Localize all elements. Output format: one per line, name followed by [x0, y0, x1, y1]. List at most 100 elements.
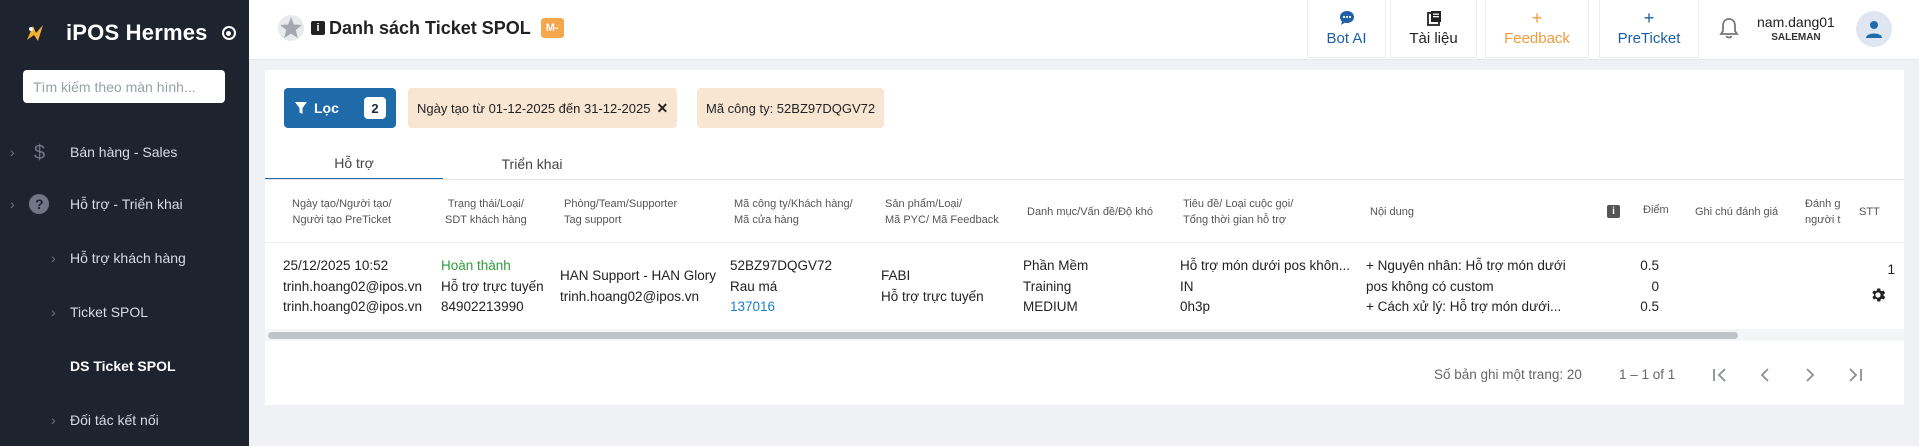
- gear-icon[interactable]: [1869, 286, 1887, 304]
- chevron-right-icon: ›: [51, 412, 56, 428]
- tab-label: Hỗ trợ: [334, 155, 374, 171]
- filter-label: Lọc: [314, 100, 339, 116]
- user-icon: [1866, 21, 1882, 38]
- chevron-right-icon: ›: [51, 250, 56, 266]
- column-header-company[interactable]: Mã công ty/Khách hàng/Mã cửa hàng: [734, 196, 853, 228]
- page-range: 1 – 1 of 1: [1619, 367, 1676, 382]
- column-header-stt[interactable]: STT: [1855, 204, 1904, 220]
- horizontal-scrollbar-thumb[interactable]: [268, 332, 1738, 339]
- chevron-left-icon: [1760, 368, 1769, 382]
- column-header-title[interactable]: Tiêu đề/ Loại cuộc gọi/Tổng thời gian hỗ…: [1183, 196, 1293, 228]
- column-header-content[interactable]: Nội dung: [1370, 204, 1414, 220]
- filter-count-badge: 2: [364, 97, 386, 119]
- sidebar-search-input[interactable]: [23, 70, 225, 103]
- sidebar-item-label: Bán hàng - Sales: [70, 144, 178, 160]
- documents-label: Tài liệu: [1409, 30, 1458, 47]
- chevron-right-icon: [1806, 368, 1815, 382]
- help-circle-icon: ?: [28, 193, 50, 215]
- avatar[interactable]: [1856, 11, 1892, 47]
- page-size-label[interactable]: Số bản ghi một trang: 20: [1434, 367, 1582, 382]
- column-header-rating-note[interactable]: Ghi chú đánh giá: [1695, 204, 1778, 220]
- user-name: nam.dang01: [1757, 14, 1835, 30]
- tab-support[interactable]: Hỗ trợ: [265, 148, 443, 180]
- column-header-product[interactable]: Sản phẩm/Loại/Mã PYC/ Mã Feedback: [885, 196, 999, 228]
- user-info[interactable]: nam.dang01 SALEMAN: [1757, 14, 1835, 43]
- info-icon[interactable]: i: [311, 21, 325, 35]
- documents-button[interactable]: Tài liệu: [1390, 0, 1477, 58]
- info-icon[interactable]: i: [1607, 203, 1620, 219]
- filter-button[interactable]: Lọc 2: [284, 88, 396, 128]
- page-title-group: i Danh sách Ticket SPOL M-: [277, 14, 564, 42]
- preticket-label: PreTicket: [1617, 30, 1681, 47]
- first-page-icon: [1713, 368, 1726, 382]
- bot-ai-button[interactable]: Bot AI: [1307, 0, 1386, 58]
- svg-text:$: $: [34, 142, 45, 163]
- store-code-link[interactable]: 137016: [730, 299, 775, 314]
- cell-company: 52BZ97DQGV72 Rau má 137016: [730, 258, 833, 314]
- cell-score: 0.5 0 0.5: [1640, 258, 1659, 314]
- column-header-created[interactable]: Ngày tạo/Người tạo/Người tạo PreTicket: [292, 196, 392, 228]
- bell-icon[interactable]: [1716, 16, 1742, 42]
- cell-product: FABI Hỗ trợ trực tuyến: [881, 268, 984, 304]
- svg-text:?: ?: [35, 196, 44, 212]
- status-badge: Hoàn thành: [441, 258, 511, 273]
- cell-status: Hoàn thành Hỗ trợ trực tuyến 84902213990: [441, 258, 544, 314]
- chevron-right-icon: ›: [51, 304, 56, 320]
- content-card: Lọc 2 Ngày tạo từ 01-12-2025 đến 31-12-2…: [265, 70, 1904, 405]
- chevron-right-icon: ›: [10, 144, 15, 160]
- cell-title: Hỗ trợ món dưới pos khôn... IN 0h3p: [1180, 258, 1351, 314]
- column-header-rater[interactable]: Đánh g người t: [1805, 196, 1840, 228]
- last-page-button[interactable]: [1840, 360, 1870, 390]
- tab-deployment[interactable]: Triển khai: [443, 148, 621, 180]
- sidebar-item-label: Ticket SPOL: [70, 304, 149, 320]
- sidebar-item-customer-support[interactable]: › Hỗ trợ khách hàng: [0, 238, 249, 278]
- sidebar-item-support[interactable]: › ? Hỗ trợ - Triển khai: [0, 184, 249, 224]
- sidebar-item-label: Hỗ trợ khách hàng: [70, 250, 186, 266]
- chat-icon: [1339, 10, 1355, 28]
- column-header-category[interactable]: Danh mục/Vấn đề/Độ khó: [1027, 204, 1153, 220]
- first-page-button[interactable]: [1705, 360, 1735, 390]
- cell-team: HAN Support - HAN Glory trinh.hoang02@ipo…: [560, 268, 717, 304]
- plus-icon: +: [1643, 8, 1655, 28]
- cell-category: Phần Mềm Training MEDIUM: [1023, 258, 1089, 314]
- feedback-button[interactable]: + Feedback: [1485, 0, 1589, 58]
- book-icon: [1426, 10, 1442, 28]
- column-header-status[interactable]: Trạng thái/Loại/SDT khách hàng: [445, 196, 527, 228]
- sidebar: iPOS Hermes › $ Bán hàng - Sales › ? Hỗ …: [0, 0, 249, 446]
- feedback-label: Feedback: [1504, 30, 1570, 47]
- preticket-button[interactable]: + PreTicket: [1599, 0, 1699, 58]
- filter-chip-company[interactable]: Mã công ty: 52BZ97DQGV72: [697, 88, 885, 128]
- environment-badge: M-: [540, 18, 564, 38]
- sidebar-item-ticket-spol[interactable]: › Ticket SPOL: [0, 292, 249, 332]
- brand[interactable]: iPOS Hermes: [24, 18, 236, 48]
- sidebar-item-label: Đối tác kết nối: [70, 412, 159, 428]
- sidebar-item-label: DS Ticket SPOL: [70, 358, 176, 374]
- tab-divider: [265, 179, 1904, 180]
- column-header-score[interactable]: Điểm: [1643, 202, 1669, 218]
- ipos-logo-icon: [27, 25, 43, 41]
- user-role: SALEMAN: [1771, 32, 1821, 43]
- chevron-right-icon: ›: [10, 196, 15, 212]
- sidebar-item-ds-ticket-spol[interactable]: DS Ticket SPOL: [0, 346, 249, 386]
- next-page-button[interactable]: [1795, 360, 1825, 390]
- top-header: i Danh sách Ticket SPOL M- Bot AI Tài li…: [249, 0, 1919, 60]
- tab-label: Triển khai: [501, 156, 563, 172]
- cell-created: 25/12/2025 10:52 trinh.hoang02@ipos.vn tri…: [283, 258, 423, 314]
- record-icon[interactable]: [221, 26, 236, 40]
- bot-ai-label: Bot AI: [1326, 30, 1367, 47]
- filter-chip-text: Ngày tạo từ 01-12-2025 đến 31-12-2025: [417, 100, 651, 116]
- sidebar-item-label: Hỗ trợ - Triển khai: [70, 196, 183, 212]
- app-name: iPOS Hermes: [66, 20, 208, 45]
- last-page-icon: [1849, 368, 1862, 382]
- cell-content: + Nguyên nhân: Hỗ trợ món dưới pos không …: [1366, 258, 1566, 314]
- sidebar-item-sales[interactable]: › $ Bán hàng - Sales: [0, 132, 249, 172]
- cell-stt: 1: [1887, 262, 1895, 277]
- sidebar-item-partners[interactable]: › Đối tác kết nối: [0, 400, 249, 440]
- previous-page-button[interactable]: [1750, 360, 1780, 390]
- header-divider: [265, 242, 1904, 243]
- filter-chip-date[interactable]: Ngày tạo từ 01-12-2025 đến 31-12-2025 ✕: [408, 88, 678, 128]
- close-icon[interactable]: ✕: [656, 100, 668, 117]
- dollar-icon: $: [28, 141, 50, 163]
- filter-icon: [295, 102, 307, 114]
- column-header-team[interactable]: Phòng/Team/Supporter Tag support: [564, 196, 677, 228]
